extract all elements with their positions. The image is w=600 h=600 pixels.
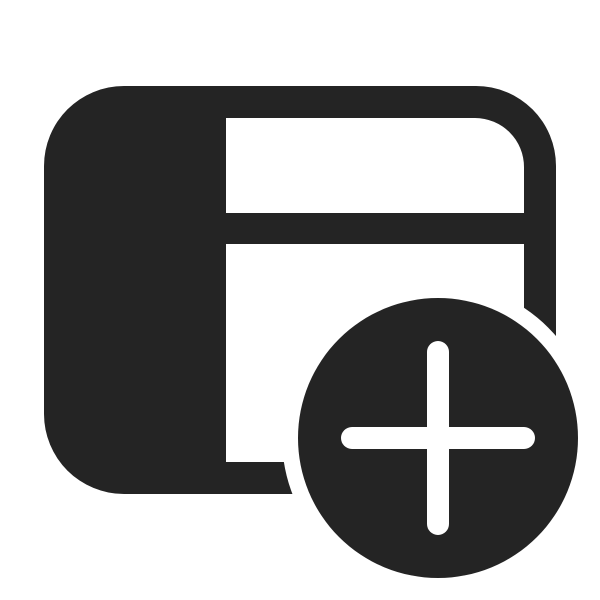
content-header-area [226, 118, 524, 213]
icon-canvas [0, 0, 600, 600]
window-sidebar-add-icon [44, 86, 578, 578]
